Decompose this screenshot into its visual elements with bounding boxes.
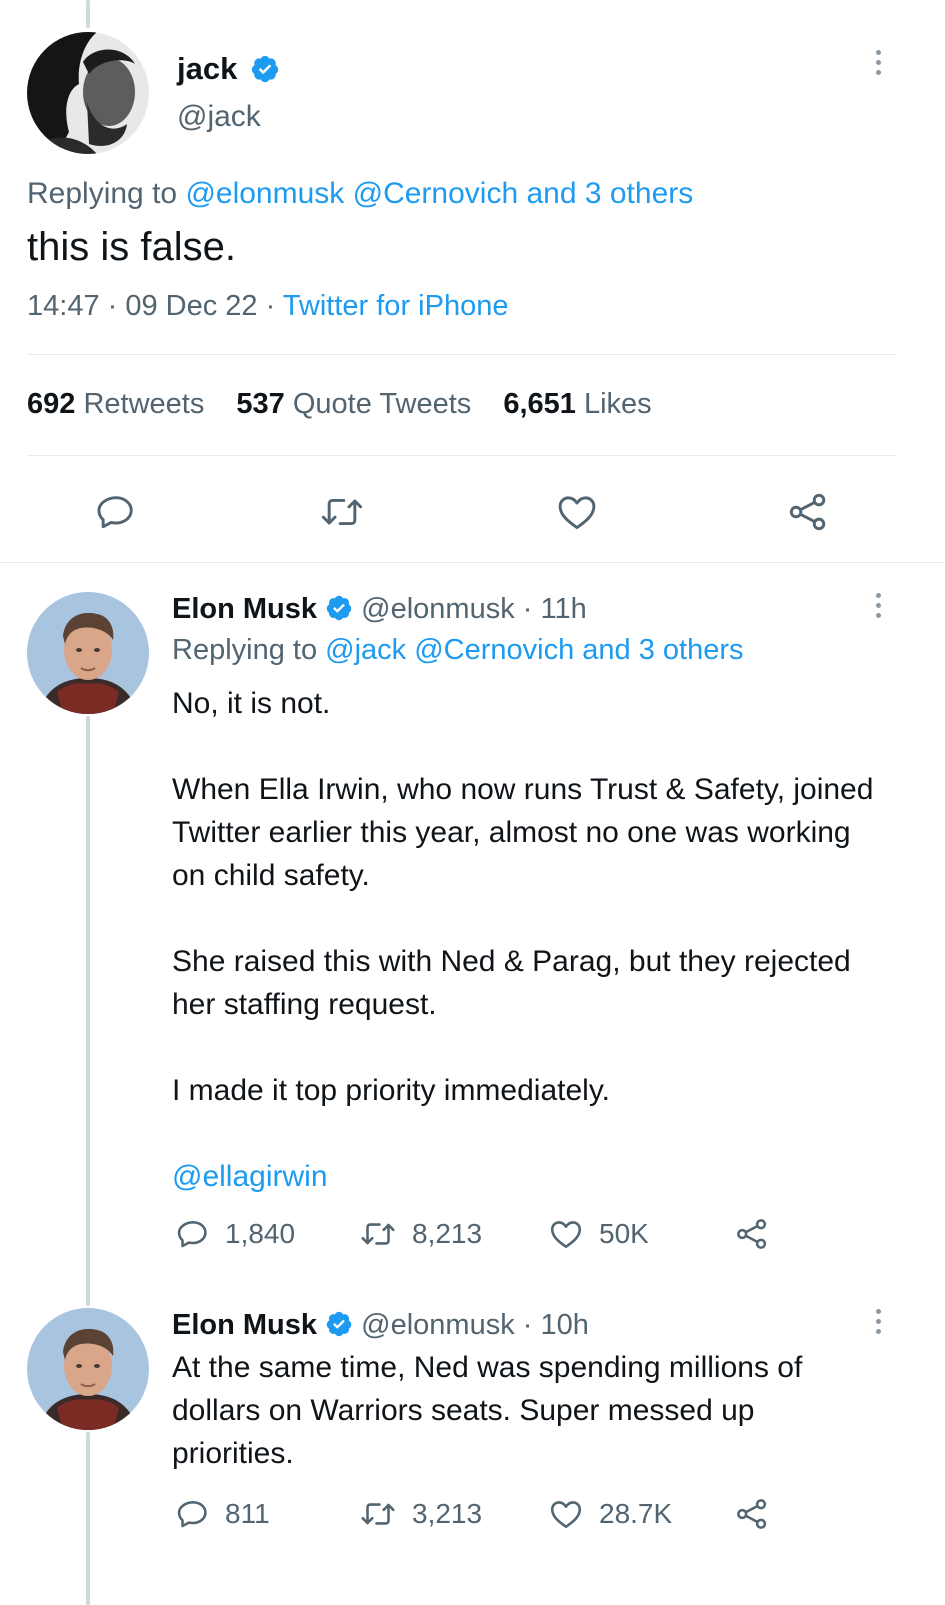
likes-label: Likes: [583, 388, 652, 420]
tweet-paragraph: I made it top priority immediately.: [172, 1074, 610, 1107]
replying-to-line: Replying to @jack @Cernovich and 3 other…: [172, 634, 744, 667]
reply-header: Elon Musk @elonmusk · 11h: [172, 591, 587, 627]
author-handle-time[interactable]: @elonmusk · 10h: [361, 1309, 589, 1341]
replying-mentions[interactable]: @elonmusk @Cernovich and 3 others: [185, 177, 693, 210]
reply-header: Elon Musk @elonmusk · 10h: [172, 1307, 589, 1343]
reply-count: 811: [225, 1498, 270, 1529]
share-button[interactable]: [786, 490, 830, 534]
avatar-elon-musk[interactable]: [27, 1308, 149, 1430]
author-name[interactable]: Elon Musk: [172, 593, 317, 625]
thread-line-top: [86, 0, 90, 28]
tweet-text: this is false.: [27, 225, 236, 269]
quotes-stat[interactable]: 537 Quote Tweets: [236, 388, 471, 420]
thread-line-reply: [86, 716, 90, 1306]
tweet-paragraph: She raised this with Ned & Parag, but th…: [172, 945, 851, 1021]
retweet-button[interactable]: [318, 490, 366, 534]
more-icon[interactable]: [872, 593, 884, 618]
divider: [27, 455, 897, 456]
retweets-stat[interactable]: 692 Retweets: [27, 388, 204, 420]
author-handle-time[interactable]: @elonmusk · 11h: [361, 593, 587, 625]
reply-button[interactable]: 1,840: [175, 1216, 295, 1252]
share-icon: [737, 1499, 767, 1529]
retweets-label: Retweets: [83, 388, 205, 420]
likes-count: 6,651: [503, 388, 576, 420]
tweet-text: No, it is not. When Ella Irwin, who now …: [172, 682, 892, 1198]
tweet-source[interactable]: Twitter for iPhone: [283, 290, 509, 322]
reply-count: 1,840: [225, 1218, 296, 1249]
share-button[interactable]: [734, 1216, 770, 1252]
retweet-icon: [361, 1223, 395, 1245]
tweet-meta: 14:47 · 09 Dec 22 · Twitter for iPhone: [27, 290, 508, 323]
author-name[interactable]: Elon Musk: [172, 1309, 317, 1341]
retweet-icon: [361, 1503, 395, 1525]
tweet-stats: 692 Retweets 537 Quote Tweets 6,651 Like…: [27, 388, 652, 421]
reply-icon: [97, 496, 133, 529]
author-handle[interactable]: @jack: [177, 100, 261, 134]
divider: [27, 354, 897, 355]
quotes-label: Quote Tweets: [292, 388, 472, 420]
replying-label: Replying to: [172, 634, 318, 666]
divider: [0, 562, 945, 563]
retweet-count: 3,213: [412, 1498, 483, 1529]
verified-badge-icon: [326, 1312, 352, 1337]
verified-badge-icon: [326, 596, 352, 621]
reply-icon: [177, 1501, 207, 1528]
more-icon[interactable]: [872, 50, 884, 75]
like-button[interactable]: [554, 490, 600, 534]
reply-icon: [177, 1221, 207, 1248]
share-icon: [737, 1219, 767, 1249]
retweet-button[interactable]: 3,213: [358, 1496, 482, 1532]
like-button[interactable]: 50K: [547, 1216, 649, 1252]
avatar-jack[interactable]: [27, 32, 149, 154]
replying-to-line: Replying to @elonmusk @Cernovich and 3 o…: [27, 177, 693, 211]
like-button[interactable]: 28.7K: [547, 1496, 672, 1532]
retweet-button[interactable]: 8,213: [358, 1216, 482, 1252]
mention-link[interactable]: @ellagirwin: [172, 1155, 892, 1198]
tweet-text: At the same time, Ned was spending milli…: [172, 1351, 803, 1470]
retweet-count: 8,213: [412, 1218, 483, 1249]
like-count: 28.7K: [599, 1498, 673, 1529]
more-icon[interactable]: [872, 1309, 884, 1334]
reply-button[interactable]: [94, 490, 138, 534]
tweet-paragraph: No, it is not.: [172, 687, 331, 720]
thread-line-bottom: [86, 1432, 90, 1605]
like-icon: [558, 496, 596, 530]
replying-label: Replying to: [27, 177, 178, 210]
avatar-elon-musk[interactable]: [27, 592, 149, 714]
reply-button[interactable]: 811: [175, 1496, 270, 1532]
retweets-count: 692: [27, 388, 76, 420]
likes-stat[interactable]: 6,651 Likes: [503, 388, 651, 420]
share-button[interactable]: [734, 1496, 770, 1532]
retweet-icon: [321, 498, 363, 526]
share-icon: [789, 493, 826, 531]
tweet-timestamp[interactable]: 14:47 · 09 Dec 22 ·: [27, 290, 283, 322]
author-name[interactable]: jack: [177, 51, 237, 86]
like-icon: [550, 1501, 582, 1529]
tweet-paragraph: When Ella Irwin, who now runs Trust & Sa…: [172, 773, 874, 892]
quotes-count: 537: [236, 388, 285, 420]
like-count: 50K: [599, 1218, 649, 1249]
replying-mentions[interactable]: @jack @Cernovich and 3 others: [325, 634, 743, 666]
verified-badge-icon: [251, 55, 279, 82]
like-icon: [550, 1221, 582, 1249]
